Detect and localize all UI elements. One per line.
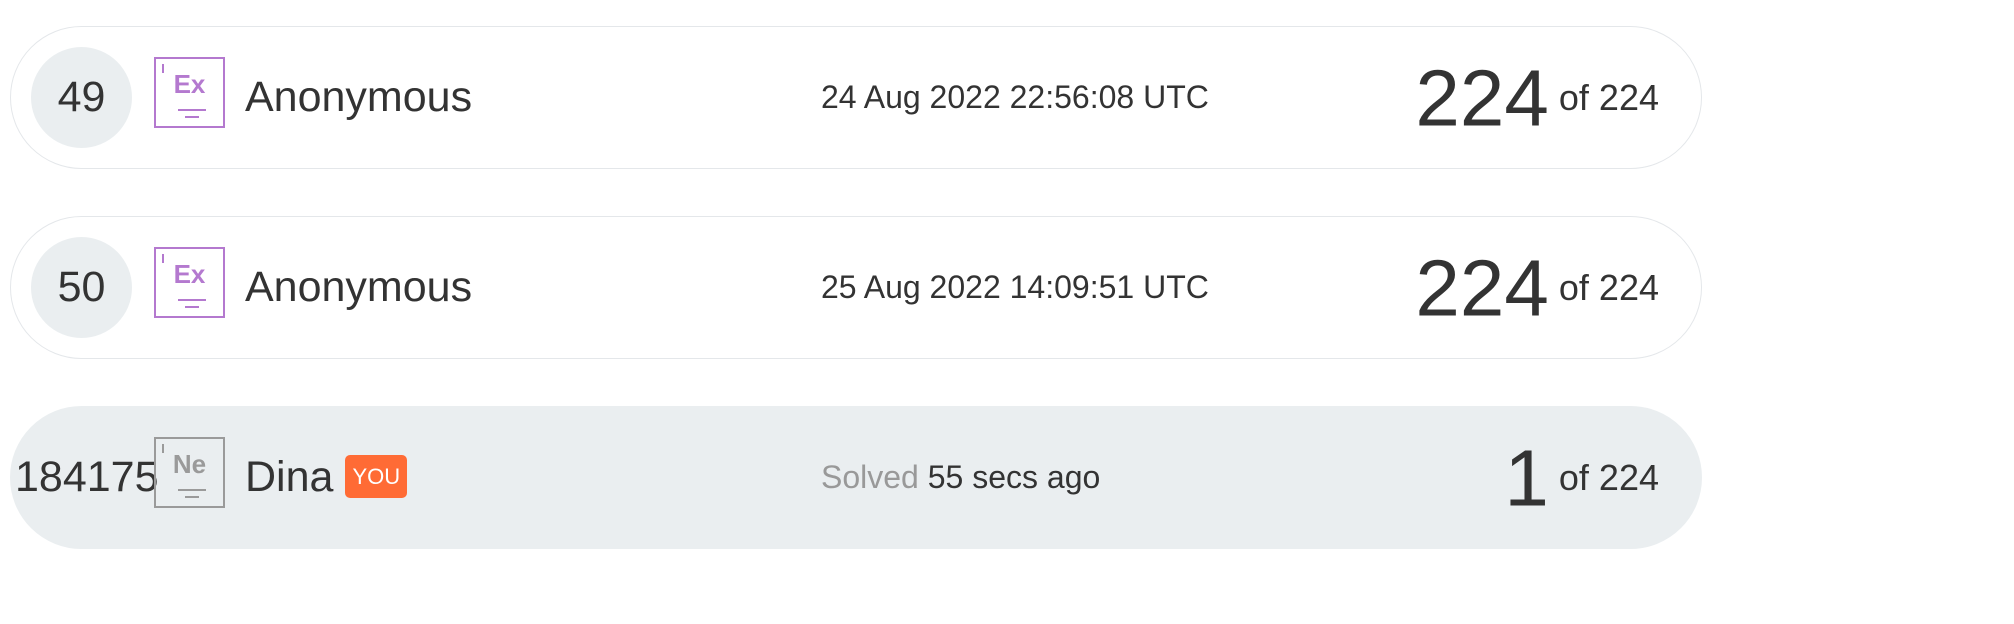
leaderboard-row: 49 Ex Anonymous 24 Aug 2022 22:56:08 UTC… — [10, 26, 1702, 169]
leaderboard: 49 Ex Anonymous 24 Aug 2022 22:56:08 UTC… — [0, 0, 2014, 624]
score: 224 of 224 — [1415, 217, 1659, 360]
player-name-cell: Dina YOU — [245, 407, 408, 550]
score: 1 of 224 — [1504, 407, 1659, 550]
player-name: Anonymous — [245, 73, 473, 121]
score-value: 1 — [1504, 433, 1549, 523]
level-icon: Ex — [154, 57, 225, 128]
score-value: 224 — [1415, 243, 1549, 333]
level-icon: Ex — [154, 247, 225, 318]
solved-time: Solved 55 secs ago — [821, 407, 1100, 550]
level-symbol: Ex — [173, 259, 206, 289]
score-total: of 224 — [1558, 267, 1659, 309]
score: 224 of 224 — [1415, 27, 1659, 170]
score-total: of 224 — [1558, 77, 1659, 119]
rank-badge: 50 — [31, 237, 132, 338]
player-name: Dina — [245, 453, 334, 501]
level-symbol: Ne — [172, 449, 207, 479]
solved-date: 25 Aug 2022 14:09:51 UTC — [821, 269, 1209, 305]
solved-label: Solved — [821, 459, 919, 495]
score-total: of 224 — [1558, 457, 1659, 499]
level-icon: Ne — [154, 437, 225, 508]
score-value: 224 — [1415, 53, 1549, 143]
solved-date: 24 Aug 2022 22:56:08 UTC — [821, 79, 1209, 115]
rank-badge: 184175 — [15, 453, 159, 501]
rank-badge: 49 — [31, 47, 132, 148]
leaderboard-row: 50 Ex Anonymous 25 Aug 2022 14:09:51 UTC… — [10, 216, 1702, 359]
solved-ago: 55 secs ago — [927, 459, 1101, 495]
leaderboard-row-current-user: 184175 Ne Dina YOU Solved 55 secs ago 1 of… — [10, 406, 1702, 549]
level-symbol: Ex — [173, 69, 206, 99]
player-name: Anonymous — [245, 263, 473, 311]
you-badge: YOU — [345, 455, 408, 499]
